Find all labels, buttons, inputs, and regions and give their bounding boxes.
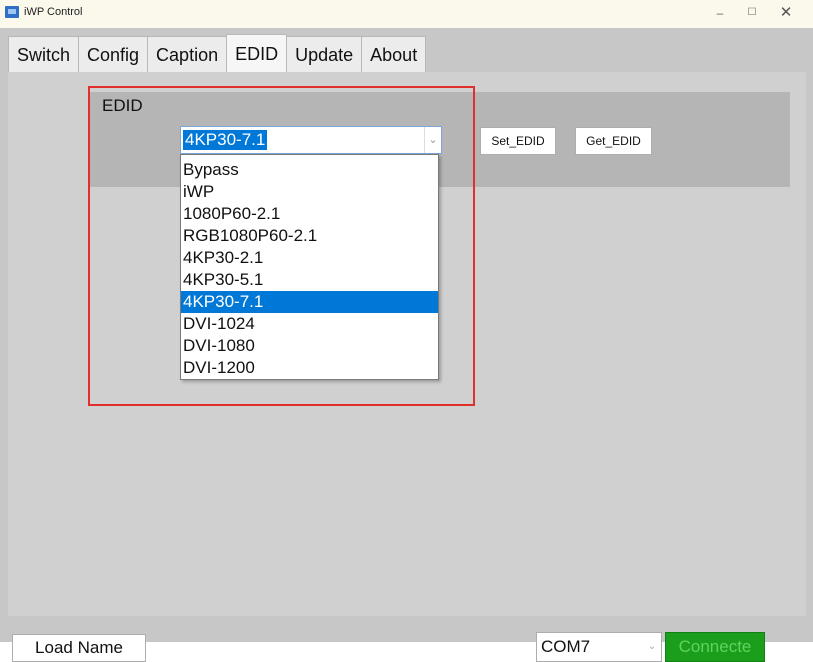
com-port-value[interactable]: COM7 xyxy=(541,637,590,657)
tab-update[interactable]: Update xyxy=(286,36,363,72)
dropdown-option-4kp30-7-1[interactable]: 4KP30-7.1 xyxy=(181,291,438,313)
dropdown-option-4kp30-5-1[interactable]: 4KP30-5.1 xyxy=(181,269,438,291)
chevron-down-icon[interactable]: ⌄ xyxy=(424,127,441,153)
edid-combo-value[interactable]: 4KP30-7.1 xyxy=(183,130,268,150)
dropdown-option-dvi-1024[interactable]: DVI-1024 xyxy=(181,313,438,335)
connect-button[interactable]: Connecte xyxy=(665,632,765,662)
dropdown-option-bypass[interactable]: Bypass xyxy=(181,159,438,181)
tab-switch[interactable]: Switch xyxy=(8,36,80,72)
edid-dropdown-list: Bypass iWP 1080P60-2.1 RGB1080P60-2.1 4K… xyxy=(180,154,439,380)
tab-caption[interactable]: Caption xyxy=(147,36,228,72)
dropdown-option-4kp30-2-1[interactable]: 4KP30-2.1 xyxy=(181,247,438,269)
edid-group-label: EDID xyxy=(102,96,143,115)
tab-config[interactable]: Config xyxy=(78,36,149,72)
load-name-button[interactable]: Load Name xyxy=(12,634,146,662)
title-bar: iWP Control – ☐ ✕ xyxy=(0,0,813,28)
close-button[interactable]: ✕ xyxy=(772,4,800,22)
edid-combo[interactable]: 4KP30-7.1 ⌄ xyxy=(180,126,442,154)
set-edid-button[interactable]: Set_EDID xyxy=(480,127,556,155)
tab-edid[interactable]: EDID xyxy=(226,34,288,72)
tab-strip: Switch Config Caption EDID Update About xyxy=(8,34,427,72)
com-port-combo[interactable]: COM7 ⌄ xyxy=(536,632,662,662)
dropdown-option-rgb1080p60-2-1[interactable]: RGB1080P60-2.1 xyxy=(181,225,438,247)
chevron-down-icon[interactable]: ⌄ xyxy=(645,633,659,661)
get-edid-button[interactable]: Get_EDID xyxy=(575,127,652,155)
tab-about[interactable]: About xyxy=(361,36,427,72)
dropdown-option-1080p60-2-1[interactable]: 1080P60-2.1 xyxy=(181,203,438,225)
app-icon xyxy=(5,6,19,18)
minimize-button[interactable]: – xyxy=(706,4,734,22)
dropdown-option-iwp[interactable]: iWP xyxy=(181,181,438,203)
maximize-button[interactable]: ☐ xyxy=(738,4,766,22)
dropdown-option-dvi-1080[interactable]: DVI-1080 xyxy=(181,335,438,357)
dropdown-option-dvi-1200[interactable]: DVI-1200 xyxy=(181,357,438,379)
window-title: iWP Control xyxy=(24,6,83,18)
